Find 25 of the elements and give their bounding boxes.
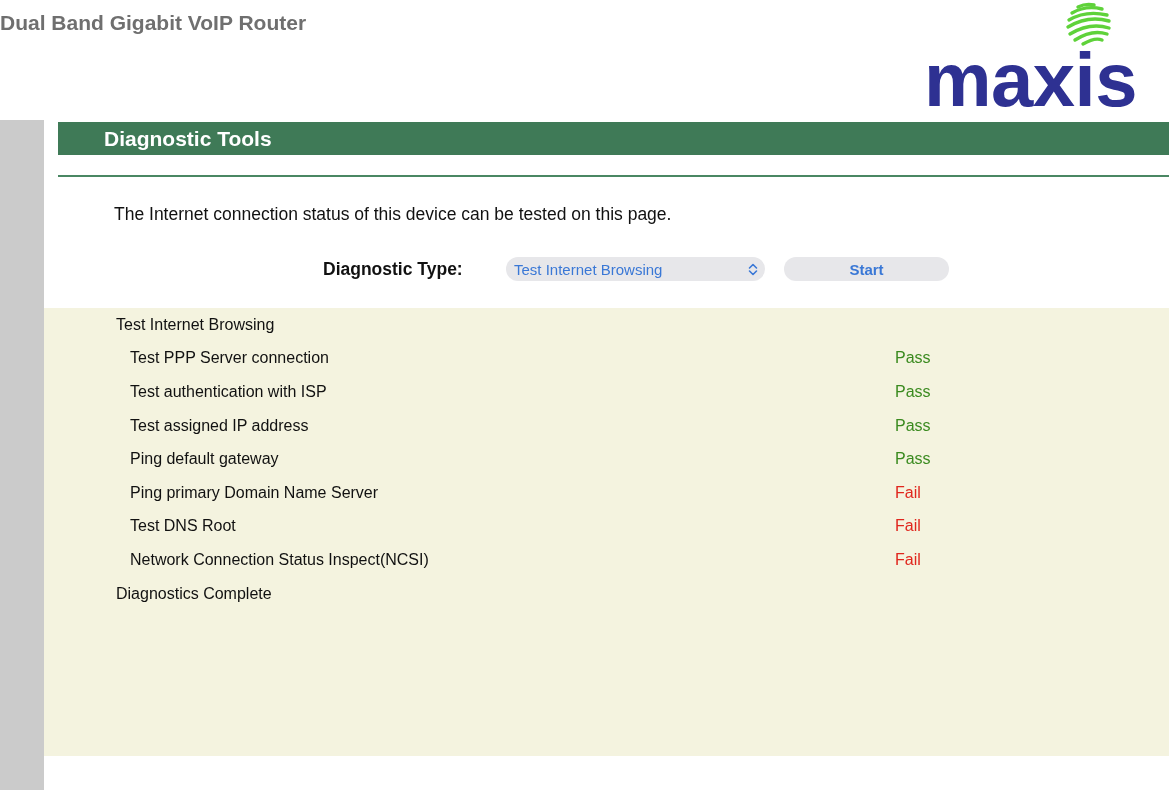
- striped-sphere-icon: [1064, 1, 1112, 47]
- test-result: Pass: [895, 416, 931, 435]
- test-name: Test DNS Root: [130, 517, 236, 536]
- test-result: Fail: [895, 517, 921, 536]
- test-result: Fail: [895, 550, 921, 569]
- diagnostics-status-text: Diagnostics Complete: [115, 583, 273, 604]
- diagnostic-type-label: Diagnostic Type:: [323, 258, 464, 280]
- chevron-up-down-icon: [748, 262, 758, 276]
- section-title-bar: Diagnostic Tools: [58, 122, 1169, 155]
- test-result: Pass: [895, 383, 931, 401]
- test-result: Pass: [895, 450, 931, 469]
- start-button[interactable]: Start: [784, 257, 949, 281]
- test-name: Ping primary Domain Name Server: [130, 483, 379, 502]
- logo-wordmark: maxis: [924, 50, 1137, 110]
- test-result: Pass: [895, 349, 931, 368]
- results-heading: Test Internet Browsing: [115, 314, 276, 335]
- test-name: Test PPP Server connection: [130, 349, 329, 368]
- test-name: Test authentication with ISP: [130, 383, 327, 401]
- router-model-title: Dual Band Gigabit VoIP Router: [0, 11, 307, 35]
- test-name: Ping default gateway: [130, 450, 279, 469]
- description-text: The Internet connection status of this device can be tested on this page.: [114, 203, 673, 225]
- test-result: Fail: [895, 483, 921, 502]
- test-name: Network Connection Status Inspect(NCSI): [130, 550, 429, 569]
- diagnostic-type-select[interactable]: Test Internet Browsing: [506, 257, 765, 281]
- test-name: Test assigned IP address: [130, 416, 309, 435]
